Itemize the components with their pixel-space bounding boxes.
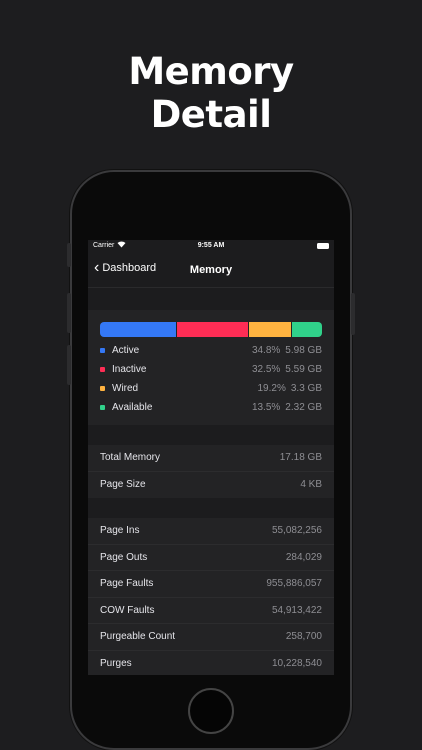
memory-usage-bar [100,322,322,337]
legend-percent: 34.8% [251,345,281,356]
memory-legend: Active 34.8% 5.98 GB Inactive 32.5% 5.59 GB Wi… [88,341,334,417]
legend-name: Active [112,345,140,356]
row-label: Page Ins [100,525,140,537]
row-value: 10,228,540 [271,658,322,670]
section-gap [88,288,334,310]
row-label: Total Memory [100,452,161,464]
legend-percent: 19.2% [257,383,286,394]
legend-percent: 13.5% [251,402,281,413]
legend-color-dot [100,367,105,372]
row-label: Page Size [100,479,146,491]
row-label: Purges [100,658,132,670]
section-gap [88,498,334,518]
section-gap [88,425,334,445]
legend-color-dot [100,405,105,410]
row-value: 17.18 GB [279,452,322,464]
memory-usage-section: Active 34.8% 5.98 GB Inactive 32.5% 5.59 GB Wi… [88,310,334,425]
row-label: COW Faults [100,604,155,616]
row-label: Page Faults [100,578,154,590]
total-row: Total Memory 17.18 GB [88,445,334,472]
row-value: 4 KB [300,479,322,491]
legend-row-inactive: Inactive 32.5% 5.59 GB [88,360,334,379]
legend-value: 2.32 GB [285,402,322,413]
row-label: Page Outs [100,551,148,563]
legend-name: Inactive [112,364,147,375]
stats-section: Page Ins 55,082,256 Page Outs 284,029 Page F… [88,518,334,675]
total-row: Page Size 4 KB [88,471,334,498]
promo-headline: Memory Detail [0,50,422,136]
phone-power-button [351,293,355,335]
legend-row-active: Active 34.8% 5.98 GB [88,341,334,360]
memory-bar-segment-inactive [177,322,250,337]
row-value: 258,700 [285,631,322,643]
phone-volume-down [67,345,71,385]
battery-icon [317,243,329,249]
home-button[interactable] [188,688,234,734]
row-value: 55,082,256 [271,525,322,537]
headline-line-2: Detail [150,93,272,136]
legend-name: Wired [112,383,139,394]
legend-percent: 32.5% [251,364,281,375]
row-label: Purgeable Count [100,631,176,643]
navigation-bar: ‹ Dashboard Memory [88,252,334,288]
app-screen: Carrier 9:55 AM ‹ Dashboard Memory Activ… [88,240,334,675]
row-value: 955,886,057 [266,578,322,590]
row-value: 284,029 [285,551,322,563]
memory-bar-segment-active [100,322,178,337]
stat-row: Page Faults 955,886,057 [88,571,334,598]
legend-color-dot [100,348,105,353]
row-value: 54,913,422 [271,604,322,616]
nav-title: Memory [189,264,233,276]
legend-color-dot [100,386,105,391]
phone-volume-up [67,293,71,333]
stat-row: Page Ins 55,082,256 [88,518,334,545]
status-time: 9:55 AM [197,242,225,249]
legend-value: 3.3 GB [290,383,322,394]
legend-value: 5.98 GB [285,345,322,356]
status-bar: Carrier 9:55 AM [88,240,334,252]
stat-row: Page Outs 284,029 [88,544,334,571]
legend-name: Available [112,402,153,413]
memory-bar-segment-wired [249,322,292,337]
legend-row-available: Available 13.5% 2.32 GB [88,398,334,417]
totals-section: Total Memory 17.18 GB Page Size 4 KB [88,445,334,498]
stat-row: Purgeable Count 258,700 [88,624,334,651]
legend-value: 5.59 GB [285,364,322,375]
phone-silent-switch [67,243,71,267]
stat-row: Purges 10,228,540 [88,650,334,675]
legend-row-wired: Wired 19.2% 3.3 GB [88,379,334,398]
memory-bar-segment-available [292,322,322,337]
headline-line-1: Memory [128,50,294,93]
stat-row: COW Faults 54,913,422 [88,597,334,624]
